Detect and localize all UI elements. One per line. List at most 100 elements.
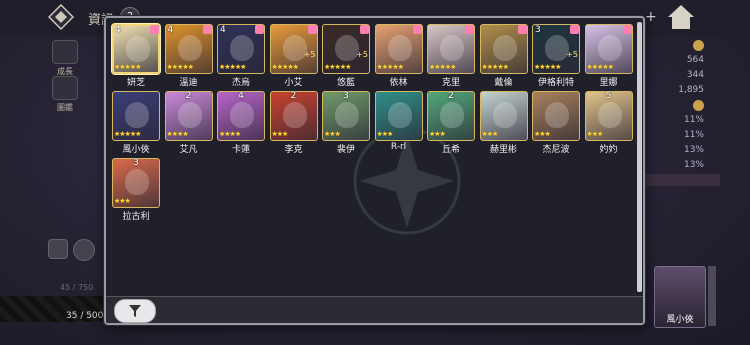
character-card[interactable]: ★★★★★ 依林 bbox=[374, 24, 423, 88]
gift-icon bbox=[622, 25, 632, 34]
scrollbar[interactable] bbox=[637, 22, 642, 292]
star-rating-icon: ★★★ bbox=[271, 130, 289, 138]
filter-icon bbox=[129, 305, 141, 317]
filter-toggle-icon[interactable] bbox=[73, 239, 95, 261]
star-rating-icon: ★★★★★ bbox=[166, 63, 194, 71]
level-badge: 5 bbox=[605, 91, 612, 101]
faint-count: 45 / 750 bbox=[60, 283, 94, 292]
star-rating-icon: ★★★★★ bbox=[271, 63, 299, 71]
character-card[interactable]: ★★★★★ 戴倫 bbox=[479, 24, 528, 88]
character-name: 戴倫 bbox=[494, 78, 513, 88]
filter-button[interactable] bbox=[114, 299, 156, 323]
star-rating-icon: ★★★ bbox=[586, 130, 604, 138]
character-card[interactable]: +5 ★★★★★ 悠藍 bbox=[322, 24, 370, 88]
character-card[interactable]: 4 ★★★★★ 杰烏 bbox=[217, 24, 265, 88]
stat-value: 13% bbox=[683, 145, 704, 155]
character-name: 李克 bbox=[284, 145, 303, 155]
stat-band bbox=[640, 174, 720, 186]
character-card[interactable]: ★★★★★ 風小俠 bbox=[112, 91, 160, 155]
character-card[interactable]: 2 ★★★★ 艾凡 bbox=[164, 91, 213, 155]
character-card[interactable]: 4 ★★★★ 卡蓮 bbox=[217, 91, 265, 155]
side-button-label: 圖鑑 bbox=[57, 103, 73, 112]
star-rating-icon: ★★★★ bbox=[166, 130, 189, 138]
gift-icon bbox=[360, 25, 369, 34]
character-name: 小艾 bbox=[284, 78, 303, 88]
level-badge: 3 bbox=[535, 25, 541, 35]
character-card[interactable]: 3 +5 ★★★★★ 伊格利特 bbox=[532, 24, 580, 88]
character-card[interactable]: +5 ★★★★★ 小艾 bbox=[269, 24, 318, 88]
character-card[interactable]: ★★★★★ 里娜 bbox=[584, 24, 633, 88]
level-badge: 4 bbox=[220, 25, 226, 35]
level-badge: 4 bbox=[167, 25, 174, 35]
hero-preview-name: 風小俠 bbox=[666, 315, 694, 325]
back-diamond-icon[interactable] bbox=[48, 4, 74, 30]
stat-value: 13% bbox=[683, 160, 704, 170]
stat-value: 564 bbox=[686, 55, 704, 65]
stat-value: 11% bbox=[683, 130, 704, 140]
character-name: 風小俠 bbox=[122, 145, 150, 155]
level-badge: 2 bbox=[185, 91, 192, 101]
star-rating-icon: ★★★★★ bbox=[534, 63, 561, 71]
stat-list: 564 344 1,895 11% 11% 13% 13% bbox=[644, 40, 704, 175]
character-card[interactable]: ★★★ 杰尼波 bbox=[532, 91, 580, 155]
roster-count: 35 / 500 bbox=[66, 311, 104, 321]
level-badge: 4 bbox=[238, 91, 244, 101]
stat-value: 344 bbox=[686, 70, 704, 80]
star-rating-icon: ★★★ bbox=[114, 197, 131, 205]
character-name: 克里 bbox=[441, 78, 460, 88]
grid-view-icon[interactable] bbox=[48, 239, 68, 259]
level-badge: 2 bbox=[290, 91, 297, 101]
character-card[interactable]: ★★★★★ 克里 bbox=[427, 24, 475, 88]
star-rating-icon: ★★★ bbox=[429, 130, 446, 138]
star-rating-icon: ★★★★★ bbox=[429, 63, 456, 71]
gift-icon bbox=[412, 25, 422, 34]
stat-value: 1,895 bbox=[678, 85, 704, 95]
gift-icon bbox=[570, 25, 579, 34]
character-card[interactable]: 4 ★★★★★ 溫迪 bbox=[164, 24, 213, 88]
plus-icon[interactable]: + bbox=[645, 10, 659, 24]
stat-value: 11% bbox=[683, 115, 704, 125]
star-rating-icon: ★★★★★ bbox=[481, 63, 509, 71]
card-edge bbox=[708, 266, 716, 326]
level-badge: 3 bbox=[343, 91, 349, 101]
character-card[interactable]: 5 ★★★ 妁妁 bbox=[584, 91, 633, 155]
character-select-panel: 4 ★★★★★ 妍芝 4 ★★★★★ 溫迪 4 ★★★★★ 杰烏 +5 ★★★★★ 小艾 +5 ★★★★★… bbox=[104, 16, 645, 325]
star-rating-icon: ★★★★ bbox=[219, 130, 241, 138]
character-card[interactable]: ★★★ R-rl bbox=[374, 91, 423, 153]
character-name: 里娜 bbox=[599, 78, 618, 88]
character-card[interactable]: 2 ★★★ 李克 bbox=[269, 91, 318, 155]
panel-footer bbox=[106, 296, 643, 323]
star-rating-icon: ★★★★★ bbox=[219, 63, 246, 71]
hero-preview-card[interactable]: 風小俠 bbox=[654, 266, 706, 328]
side-button-codex[interactable]: 圖鑑 bbox=[50, 76, 80, 113]
character-name: 依林 bbox=[389, 78, 408, 88]
character-name: 杰尼波 bbox=[542, 145, 570, 155]
gift-icon bbox=[150, 25, 159, 34]
enhance-badge: +5 bbox=[356, 50, 368, 59]
gift-icon bbox=[255, 25, 264, 34]
section-marker bbox=[644, 100, 704, 115]
level-badge: 2 bbox=[448, 91, 454, 101]
star-rating-icon: ★★★ bbox=[324, 130, 341, 138]
level-badge: 4 bbox=[115, 25, 121, 35]
home-icon[interactable] bbox=[666, 3, 696, 31]
gift-icon bbox=[517, 25, 527, 34]
character-card[interactable]: 3 ★★★ 裴伊 bbox=[322, 91, 370, 155]
character-card[interactable]: ★★★ 赫里彬 bbox=[479, 91, 528, 155]
character-name: 伊格利特 bbox=[537, 78, 574, 88]
side-button-growth[interactable]: 成長 bbox=[50, 40, 80, 77]
star-rating-icon: ★★★★★ bbox=[324, 63, 351, 71]
character-card[interactable]: 4 ★★★★★ 妍芝 bbox=[112, 24, 160, 88]
section-marker bbox=[644, 40, 704, 55]
star-rating-icon: ★★★ bbox=[534, 130, 551, 138]
level-badge: 3 bbox=[133, 158, 139, 168]
character-name: 拉古利 bbox=[122, 212, 150, 222]
star-rating-icon: ★★★ bbox=[481, 130, 499, 138]
character-card[interactable]: 3 ★★★ 拉古利 bbox=[112, 158, 160, 222]
character-name: 艾凡 bbox=[179, 145, 198, 155]
character-name: 裴伊 bbox=[336, 145, 355, 155]
side-button-label: 成長 bbox=[57, 67, 73, 76]
character-name: 杰烏 bbox=[231, 78, 250, 88]
book-icon bbox=[52, 76, 78, 100]
character-card[interactable]: 2 ★★★ 丘希 bbox=[427, 91, 475, 155]
